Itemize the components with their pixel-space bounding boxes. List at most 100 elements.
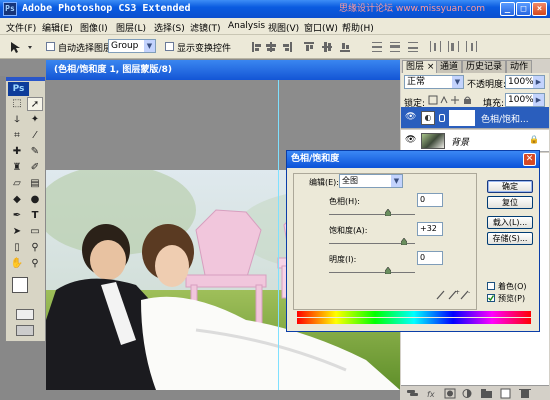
- chevron-right-icon: ▶: [533, 94, 544, 106]
- foreground-color-swatch[interactable]: [12, 277, 28, 293]
- layer-row-hue-saturation[interactable]: 👁 ◐ 色相/饱和...: [401, 107, 549, 129]
- menu-window[interactable]: 窗口(W): [304, 21, 338, 34]
- eyedropper-tool-icon[interactable]: ⚲: [27, 241, 43, 255]
- layer-row-background[interactable]: 👁 背景 🔒: [401, 130, 549, 152]
- pen-tool-icon[interactable]: ✒: [9, 209, 25, 223]
- blend-mode-select[interactable]: 正常 ▼: [404, 75, 464, 89]
- tab-layers[interactable]: 图层 ×: [402, 60, 439, 73]
- menu-filter[interactable]: 滤镜(T): [190, 21, 221, 34]
- move-tool-icon[interactable]: ➚: [27, 97, 43, 111]
- menu-layer[interactable]: 图层(L): [116, 21, 146, 34]
- notes-tool-icon[interactable]: ▯: [9, 241, 25, 255]
- link-icon[interactable]: [439, 114, 445, 122]
- clone-stamp-tool-icon[interactable]: ♜: [9, 161, 25, 175]
- dialog-close-button[interactable]: ✕: [523, 153, 536, 166]
- eyedropper-icons[interactable]: + -: [435, 288, 477, 300]
- close-button[interactable]: ×: [532, 2, 547, 16]
- marquee-tool-icon[interactable]: ⬚: [9, 97, 25, 111]
- brush-tool-icon[interactable]: ✎: [27, 145, 43, 159]
- fill-input[interactable]: 100% ▶: [505, 93, 545, 107]
- lasso-tool-icon[interactable]: ↆ: [9, 113, 25, 127]
- hue-slider-thumb[interactable]: [385, 209, 391, 216]
- saturation-slider-thumb[interactable]: [401, 238, 407, 245]
- layers-footer: fx: [401, 385, 549, 400]
- save-button[interactable]: 存储(S)...: [487, 232, 533, 245]
- eye-icon[interactable]: 👁: [405, 112, 417, 124]
- saturation-input[interactable]: +32: [417, 222, 443, 236]
- show-transform-checkbox[interactable]: [165, 42, 174, 51]
- history-brush-tool-icon[interactable]: ✐: [27, 161, 43, 175]
- app-icon: Ps: [3, 2, 17, 16]
- blend-mode-value: 正常: [407, 77, 426, 87]
- healing-brush-tool-icon[interactable]: ✚: [9, 145, 25, 159]
- svg-text:fx: fx: [427, 390, 435, 399]
- group-select-value: Group: [111, 41, 139, 51]
- options-bar: 自动选择图层 Group ▼ 显示变换控件: [0, 35, 550, 59]
- minimize-button[interactable]: _: [500, 2, 515, 16]
- lightness-slider-thumb[interactable]: [385, 267, 391, 274]
- preview-checkbox[interactable]: [487, 294, 495, 302]
- layer-name[interactable]: 色相/饱和...: [481, 112, 529, 125]
- tab-actions[interactable]: 动作: [506, 60, 533, 73]
- chevron-right-icon: ▶: [533, 76, 544, 88]
- layer-mask-thumbnail[interactable]: [449, 110, 475, 126]
- edit-label: 编辑(E):: [309, 178, 339, 187]
- svg-text:-: -: [468, 289, 470, 296]
- path-selection-tool-icon[interactable]: ➤: [9, 225, 25, 239]
- lock-icon: 🔒: [529, 135, 539, 144]
- hue-slider-track[interactable]: [329, 214, 415, 215]
- edit-select-value: 全图: [342, 176, 358, 185]
- colorize-checkbox[interactable]: [487, 282, 495, 290]
- menu-edit[interactable]: 编辑(E): [42, 21, 73, 34]
- document-title: (色相/饱和度 1, 图层蒙版/8): [46, 60, 400, 80]
- eraser-tool-icon[interactable]: ▱: [9, 177, 25, 191]
- hue-label: 色相(H):: [329, 197, 360, 206]
- quick-mask-icon[interactable]: [16, 309, 34, 320]
- move-tool-preset[interactable]: [8, 40, 38, 54]
- menu-file[interactable]: 文件(F): [6, 21, 36, 34]
- lock-icons[interactable]: [428, 95, 474, 105]
- hand-tool-icon[interactable]: ✋: [9, 257, 25, 271]
- ok-button[interactable]: 确定: [487, 180, 533, 193]
- guide-line[interactable]: [278, 80, 279, 390]
- opacity-input[interactable]: 100% ▶: [505, 75, 545, 89]
- lightness-input[interactable]: 0: [417, 251, 443, 265]
- zoom-tool-icon[interactable]: ⚲: [27, 257, 43, 271]
- auto-select-label: 自动选择图层: [58, 44, 113, 54]
- edit-select[interactable]: 全图 ▼: [339, 174, 403, 188]
- group-select[interactable]: Group ▼: [108, 39, 156, 53]
- maximize-button[interactable]: □: [516, 2, 531, 16]
- eye-icon[interactable]: 👁: [405, 135, 416, 145]
- input-hue-bar: [297, 311, 531, 317]
- menu-analysis[interactable]: Analysis: [228, 21, 265, 31]
- menu-bar: 文件(F) 编辑(E) 图像(I) 图层(L) 选择(S) 滤镜(T) Anal…: [0, 18, 550, 35]
- slice-tool-icon[interactable]: ⁄: [27, 129, 43, 143]
- blur-tool-icon[interactable]: ◆: [9, 193, 25, 207]
- reset-button[interactable]: 复位: [487, 196, 533, 209]
- tab-history[interactable]: 历史记录: [462, 60, 507, 73]
- shape-tool-icon[interactable]: ▭: [27, 225, 43, 239]
- menu-select[interactable]: 选择(S): [154, 21, 185, 34]
- magic-wand-tool-icon[interactable]: ✦: [27, 113, 43, 127]
- menu-image[interactable]: 图像(I): [80, 21, 108, 34]
- toolbox-grip[interactable]: [6, 77, 45, 81]
- load-button[interactable]: 载入(L)...: [487, 216, 533, 229]
- menu-help[interactable]: 帮助(H): [342, 21, 374, 34]
- toolbox: Ps ⬚ ➚ ↆ ✦ ⌗ ⁄ ✚ ✎ ♜ ✐ ▱ ▤ ◆ ● ✒ T ➤ ▭ ▯…: [5, 76, 46, 342]
- auto-select-checkbox[interactable]: [46, 42, 55, 51]
- screen-mode-icon[interactable]: [16, 325, 34, 336]
- fill-value: 100%: [508, 95, 534, 105]
- type-tool-icon[interactable]: T: [27, 209, 43, 223]
- layer-name[interactable]: 背景: [451, 135, 469, 148]
- align-distribute-icons: [248, 38, 548, 56]
- lightness-slider-track[interactable]: [329, 272, 415, 273]
- window-title: Adobe Photoshop CS3 Extended: [22, 3, 191, 14]
- hue-input[interactable]: 0: [417, 193, 443, 207]
- crop-tool-icon[interactable]: ⌗: [9, 129, 25, 143]
- tab-channels[interactable]: 通道: [436, 60, 463, 73]
- preview-label: 预览(P): [498, 294, 526, 303]
- dodge-tool-icon[interactable]: ●: [27, 193, 43, 207]
- menu-view[interactable]: 视图(V): [268, 21, 299, 34]
- output-hue-bar: [297, 318, 531, 324]
- gradient-tool-icon[interactable]: ▤: [27, 177, 43, 191]
